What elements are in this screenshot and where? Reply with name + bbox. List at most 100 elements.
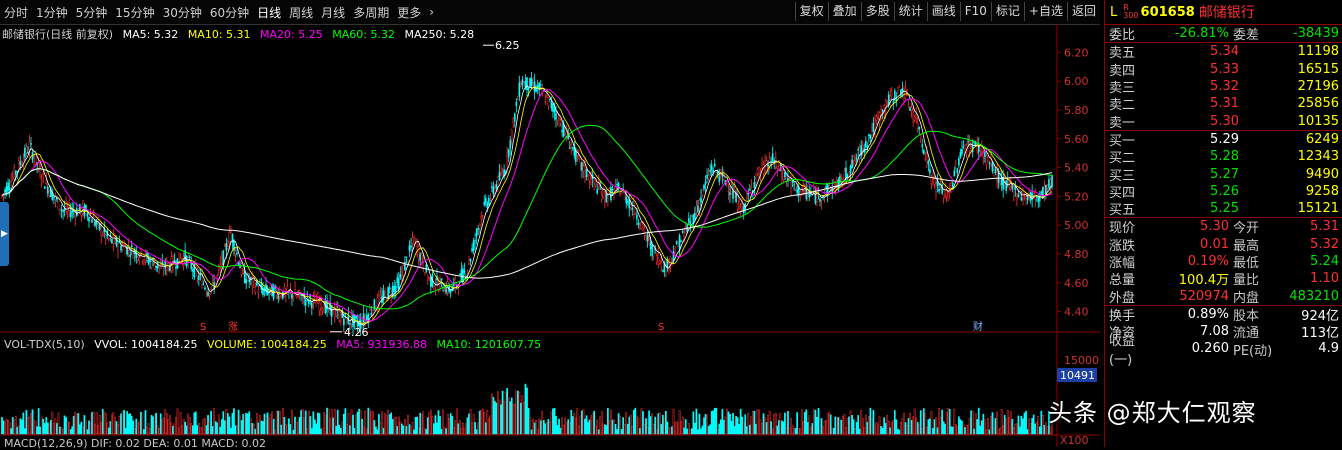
candle-body-338 [517, 98, 519, 101]
toolbar-action-6[interactable]: 标记 [990, 2, 1024, 21]
volume-bar-201 [307, 410, 310, 435]
candle-body-374 [571, 147, 574, 149]
more-chevron-icon[interactable]: › [425, 5, 438, 19]
candle-body-455 [695, 205, 698, 213]
period-tab-4[interactable]: 30分钟 [159, 4, 206, 21]
volume-bar-117 [179, 412, 182, 435]
volume-bar-402 [614, 424, 617, 435]
toolbar-action-0[interactable]: 复权 [794, 2, 828, 21]
volume-bar-669 [1022, 418, 1024, 435]
period-tab-7[interactable]: 周线 [285, 4, 317, 21]
volume-bar-0 [1, 417, 3, 435]
expand-sidebar-handle[interactable]: ▶ [0, 202, 9, 266]
candle-body-458 [700, 197, 702, 203]
volume-bar-166 [254, 428, 257, 435]
volume-bar-609 [930, 410, 933, 435]
candle-body-415 [634, 213, 637, 215]
volume-bar-341 [521, 395, 524, 435]
volume-bar-416 [636, 415, 638, 435]
period-tab-10[interactable]: 更多 [393, 4, 425, 21]
candle-body-650 [993, 169, 995, 173]
period-tab-2[interactable]: 5分钟 [72, 4, 112, 21]
period-tab-9[interactable]: 多周期 [349, 4, 393, 21]
volume-bar-199 [304, 410, 307, 435]
toolbar-action-8[interactable]: 返回 [1066, 2, 1100, 21]
volume-bar-273 [417, 427, 420, 435]
candle-body-132 [202, 283, 205, 285]
volume-bar-565 [863, 427, 866, 435]
candle-body-417 [637, 222, 640, 225]
volume-bar-73 [112, 412, 115, 435]
candle-body-444 [678, 235, 681, 250]
toolbar-action-4[interactable]: 画线 [926, 2, 960, 21]
candle-body-20 [31, 152, 34, 161]
toolbar-action-3[interactable]: 统计 [893, 2, 927, 21]
candle-body-153 [234, 251, 237, 255]
volume-bar-195 [298, 417, 301, 435]
candle-body-400 [611, 188, 614, 191]
volume-bar-548 [837, 417, 840, 435]
period-tab-5[interactable]: 60分钟 [206, 4, 253, 21]
ma250-line [1, 168, 1053, 279]
candle-body-70 [108, 238, 110, 240]
volume-bar-188 [288, 418, 290, 435]
candle-body-683 [1043, 186, 1046, 196]
volume-bar-618 [944, 423, 947, 435]
volume-bar-380 [581, 410, 583, 435]
candle-body-18 [28, 141, 31, 150]
toolbar-action-7[interactable]: +自选 [1023, 2, 1067, 21]
candle-body-142 [217, 267, 220, 270]
candle-body-404 [617, 183, 620, 188]
candle-body-408 [623, 192, 626, 201]
volume-bar-646 [987, 417, 989, 435]
vol-ma5-label: MA5: 931936.88 [336, 338, 427, 351]
watermark-text: 头条 @郑大仁观察 [1048, 399, 1257, 427]
candle-body-385 [588, 174, 591, 182]
candle-body-645 [985, 155, 988, 165]
volume-bar-387 [591, 413, 594, 435]
period-tab-0[interactable]: 分时 [0, 4, 32, 21]
toolbar-action-1[interactable]: 叠加 [827, 2, 861, 21]
candle-body-627 [958, 158, 960, 166]
candle-body-518 [791, 180, 794, 183]
volume-bar-149 [228, 416, 231, 435]
candle-body-30 [46, 186, 49, 194]
volume-bar-663 [1012, 427, 1015, 435]
candle-body-452 [691, 215, 693, 217]
volume-bar-293 [448, 418, 451, 435]
toolbar-action-5[interactable]: F10 [959, 2, 991, 21]
volume-bar-57 [88, 420, 90, 435]
volume-bar-501 [765, 422, 768, 435]
volume-bar-485 [741, 416, 744, 435]
volume-bar-229 [350, 409, 353, 435]
candle-body-208 [318, 302, 321, 311]
volume-bar-603 [921, 427, 924, 435]
toolbar-action-2[interactable]: 多股 [860, 2, 894, 21]
candle-body-617 [942, 194, 945, 199]
volume-bar-299 [457, 423, 460, 435]
stat-row-0: 现价 5.30 今开 5.31 [1109, 219, 1339, 237]
candle-body-81 [124, 247, 127, 255]
period-tab-6[interactable]: 日线 [253, 4, 285, 21]
volume-bar-647 [988, 429, 991, 435]
volume-bar-561 [857, 415, 860, 435]
volume-bar-513 [784, 412, 786, 435]
period-tab-3[interactable]: 15分钟 [111, 4, 158, 21]
kline-chart[interactable]: 6.20 6.00 5.80 5.60 5.40 5.20 5.00 4.80 4.60 4.40… [0, 24, 1100, 447]
period-tab-8[interactable]: 月线 [317, 4, 349, 21]
volume-bar-681 [1040, 410, 1043, 435]
stock-code: 601658 [1140, 4, 1195, 20]
volume-bar-441 [674, 422, 676, 435]
volume-bar-97 [149, 428, 151, 435]
volume-bar-71 [109, 421, 112, 435]
volume-bar-15 [24, 428, 26, 435]
volume-bar-103 [158, 428, 161, 435]
candle-body-686 [1048, 179, 1050, 188]
volume-indicator-name: VOL-TDX(5,10) [4, 338, 85, 351]
volume-bar-595 [909, 412, 911, 435]
period-tab-1[interactable]: 1分钟 [32, 4, 72, 21]
volume-bar-245 [375, 426, 377, 435]
volume-bar-455 [695, 408, 698, 435]
volume-bar-294 [449, 413, 452, 435]
volume-bar-254 [388, 414, 391, 435]
